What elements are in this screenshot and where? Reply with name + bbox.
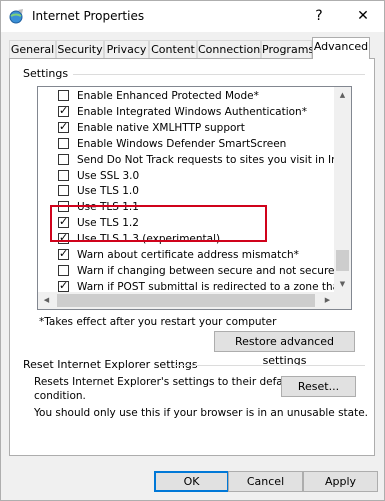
advanced-settings-list[interactable]: Enable Enhanced Protected Mode* ✓ Enable I… [37,86,352,310]
setting-label: Enable Integrated Windows Authentication… [77,105,307,118]
settings-group-line [73,74,365,75]
vertical-scroll-thumb[interactable] [336,250,349,271]
setting-label: Enable Enhanced Protected Mode* [77,90,259,102]
help-button[interactable]: ? [297,1,341,32]
vertical-scrollbar[interactable]: ▲ ▼ [334,87,351,293]
apply-button[interactable]: Apply [303,471,378,492]
reset-description-line2: condition. [34,390,86,402]
setting-label: Warn about certificate address mismatch* [77,249,299,261]
tab-privacy[interactable]: Privacy [104,40,149,58]
checkbox-checked[interactable]: ✓ [58,103,69,117]
scroll-left-arrow-icon[interactable]: ◀ [38,292,55,309]
checkmark-icon: ✓ [59,119,69,133]
checkbox-unchecked[interactable] [58,185,69,197]
checkmark-icon: ✓ [59,103,69,117]
checkbox-unchecked[interactable] [58,264,69,276]
tls-highlight-box [50,205,267,242]
checkbox-checked[interactable]: ✓ [58,119,69,133]
setting-label: Use SSL 3.0 [77,169,140,182]
reset-group-line [173,365,365,366]
reset-warning: You should only use this if your browser… [34,407,369,419]
window-title: Internet Properties [32,9,145,23]
reset-description-line1: Resets Internet Explorer's settings to t… [34,376,297,388]
close-button[interactable]: ✕ [341,1,385,32]
ok-button[interactable]: OK [154,471,229,492]
setting-label: Enable native XMLHTTP support [77,121,245,134]
cancel-button[interactable]: Cancel [228,471,303,492]
tab-general[interactable]: General [9,40,56,58]
reset-button[interactable]: Reset... [281,376,356,397]
settings-group-label: Settings [21,67,71,80]
tab-connections[interactable]: Connections [197,40,266,58]
horizontal-scrollbar[interactable]: ◀ ▶ [38,292,336,309]
setting-label: Send Do Not Track requests to sites you … [77,153,336,166]
setting-label: Warn if changing between secure and not … [77,264,336,277]
checkbox-unchecked[interactable] [58,169,69,181]
checkbox-checked[interactable]: ✓ [58,278,69,292]
restart-note: *Takes effect after you restart your com… [39,316,277,328]
restore-advanced-settings-button[interactable]: Restore advanced settings [214,331,355,367]
scrollbar-corner [334,292,351,309]
internet-properties-window: Internet Properties ? ✕ General Security… [0,0,385,501]
checkbox-unchecked[interactable] [58,153,69,165]
scroll-up-arrow-icon[interactable]: ▲ [334,87,351,104]
checkbox-checked[interactable]: ✓ [58,247,69,260]
scroll-down-arrow-icon[interactable]: ▼ [334,276,351,293]
checkmark-icon: ✓ [59,278,69,292]
checkbox-unchecked[interactable] [58,90,69,101]
horizontal-scroll-thumb[interactable] [57,294,315,307]
setting-label: Enable Windows Defender SmartScreen [77,137,287,150]
title-bar: Internet Properties ? ✕ [1,1,384,32]
tab-programs[interactable]: Programs [261,40,314,58]
tab-security[interactable]: Security [56,40,104,58]
checkbox-unchecked[interactable] [58,137,69,149]
checkmark-icon: ✓ [59,247,69,260]
internet-globe-icon [9,9,23,24]
tab-advanced[interactable]: Advanced [312,37,370,59]
tab-content[interactable]: Content [149,40,197,58]
settings-list-content: Enable Enhanced Protected Mode* ✓ Enable I… [38,87,336,293]
setting-label: Use TLS 1.0 [77,185,139,198]
